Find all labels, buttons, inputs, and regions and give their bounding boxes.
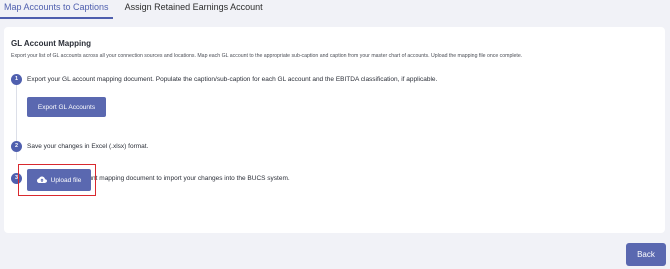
card-description: Export your list of GL accounts across a…	[11, 53, 523, 59]
step-1-badge: 1	[11, 74, 22, 85]
tab-map-accounts-to-captions[interactable]: Map Accounts to Captions	[0, 0, 113, 19]
tab-assign-retained-earnings-account[interactable]: Assign Retained Earnings Account	[121, 0, 267, 19]
step-2-badge: 2	[11, 141, 22, 152]
upload-file-label: Upload file	[50, 176, 82, 184]
upload-file-button[interactable]: Upload file	[27, 169, 91, 191]
tab-bar: Map Accounts to Captions Assign Retained…	[0, 0, 267, 19]
step-1-text: Export your GL account mapping document.…	[27, 76, 438, 83]
cloud-upload-icon	[36, 176, 47, 183]
gl-account-mapping-card: GL Account Mapping Export your list of G…	[4, 27, 665, 233]
step-2-text: Save your changes in Excel (.xlsx) forma…	[27, 143, 149, 150]
back-button[interactable]: Back	[626, 243, 666, 266]
card-title: GL Account Mapping	[11, 39, 91, 48]
export-gl-accounts-button[interactable]: Export GL Accounts	[27, 97, 106, 117]
